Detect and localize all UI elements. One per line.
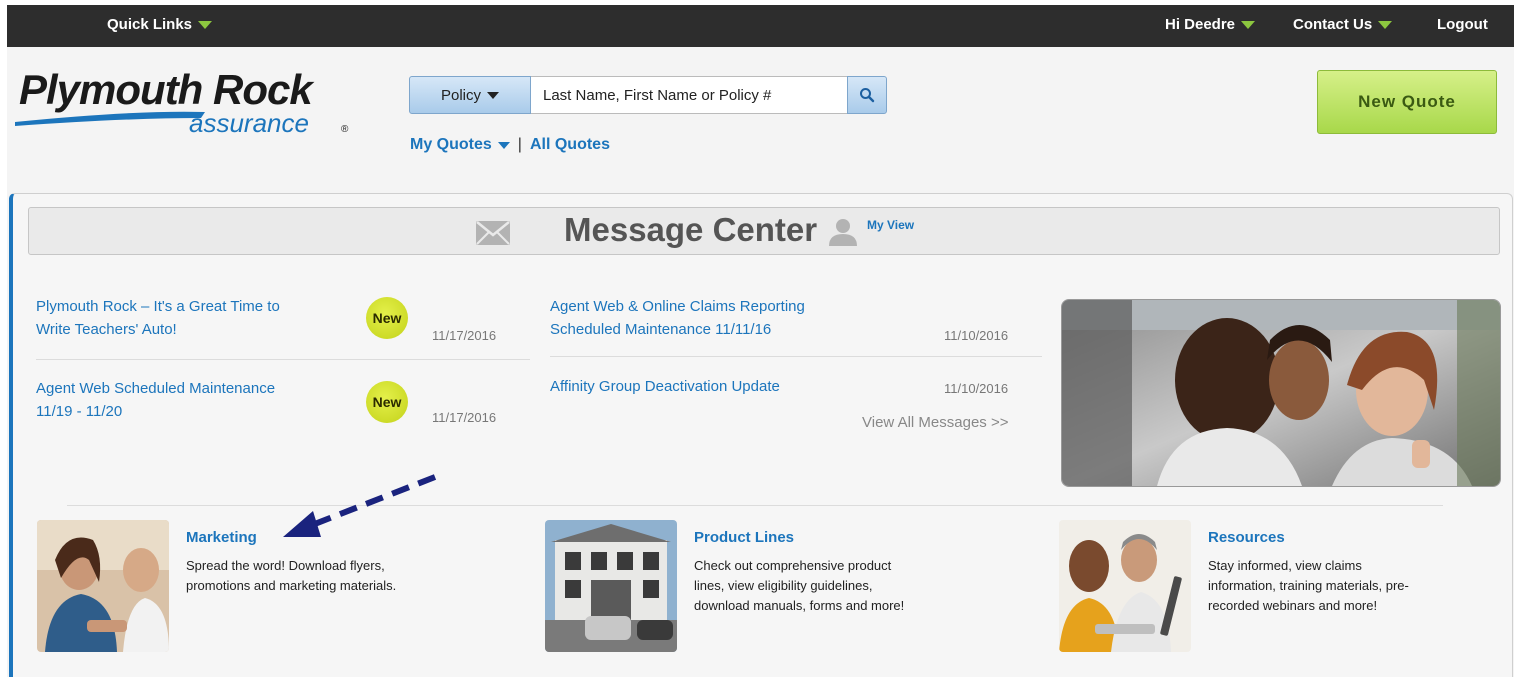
logo-wordmark: Plymouth Rock xyxy=(19,66,315,113)
agents-in-car-photo xyxy=(1061,299,1501,487)
resources-link[interactable]: Resources xyxy=(1208,529,1285,546)
top-nav-bar: Quick Links Hi Deedre Contact Us Logout xyxy=(7,5,1514,47)
logout-link[interactable]: Logout xyxy=(1437,16,1488,33)
chevron-down-icon xyxy=(198,20,213,29)
chevron-down-icon xyxy=(497,141,510,149)
view-all-messages-link[interactable]: View All Messages >> xyxy=(862,414,1008,431)
message-title-line: Affinity Group Deactivation Update xyxy=(550,378,780,395)
card-text-line: recorded webinars and more! xyxy=(1208,598,1378,613)
new-badge: New xyxy=(366,297,408,339)
my-quotes-link[interactable]: My Quotes xyxy=(410,136,510,154)
message-center-header: Message Center My View xyxy=(28,207,1500,255)
search-scope-dropdown[interactable]: Policy xyxy=(409,76,531,114)
message-title-line: Plymouth Rock – It's a Great Time to xyxy=(36,298,280,315)
my-view-link[interactable]: My View xyxy=(867,218,914,232)
resources-image[interactable] xyxy=(1059,520,1191,652)
message-title-line: Scheduled Maintenance 11/11/16 xyxy=(550,321,772,338)
caret-down-icon xyxy=(487,91,499,99)
user-greeting: Hi Deedre xyxy=(1165,16,1236,33)
all-quotes-link[interactable]: All Quotes xyxy=(530,136,610,154)
new-badge: New xyxy=(366,381,408,423)
logo-registered-mark: ® xyxy=(341,124,349,135)
message-divider xyxy=(36,359,530,360)
section-divider xyxy=(67,505,1443,506)
logo-subword: assurance xyxy=(189,108,309,138)
message-date: 11/10/2016 xyxy=(944,328,1009,343)
product-lines-description: Check out comprehensive product lines, v… xyxy=(694,556,1014,616)
message-link[interactable]: Agent Web Scheduled Maintenance 11/19 - … xyxy=(36,377,356,423)
message-title-line: Agent Web Scheduled Maintenance xyxy=(36,380,276,397)
dashed-arrow-annotation xyxy=(283,474,437,537)
search-scope-label: Policy xyxy=(440,86,481,104)
contact-us-label: Contact Us xyxy=(1293,16,1373,33)
product-lines-link[interactable]: Product Lines xyxy=(694,529,794,546)
link-separator: | xyxy=(517,136,522,153)
message-title-line: Agent Web & Online Claims Reporting xyxy=(550,298,805,315)
policy-search: Policy xyxy=(409,76,887,114)
product-lines-image[interactable] xyxy=(545,520,677,652)
new-quote-button[interactable]: New Quote xyxy=(1317,70,1497,134)
quotes-links: My Quotes | All Quotes xyxy=(410,136,610,154)
card-text-line: download manuals, forms and more! xyxy=(694,598,905,613)
message-link[interactable]: Plymouth Rock – It's a Great Time to Wri… xyxy=(36,295,356,341)
marketing-link[interactable]: Marketing xyxy=(186,529,257,546)
message-title-line: Write Teachers' Auto! xyxy=(36,321,177,338)
card-text-line: Spread the word! Download flyers, xyxy=(186,558,385,573)
resources-description: Stay informed, view claims information, … xyxy=(1208,556,1508,616)
marketing-image[interactable] xyxy=(37,520,169,652)
message-title-line: 11/19 - 11/20 xyxy=(36,403,123,420)
card-text-line: Check out comprehensive product xyxy=(694,558,892,573)
message-divider xyxy=(550,356,1042,357)
logout-label: Logout xyxy=(1437,16,1488,33)
search-icon xyxy=(860,88,875,103)
contact-us-menu[interactable]: Contact Us xyxy=(1293,16,1393,33)
card-text-line: promotions and marketing materials. xyxy=(186,578,397,593)
chevron-down-icon xyxy=(1378,20,1393,29)
page: Quick Links Hi Deedre Contact Us Logout … xyxy=(7,5,1514,677)
user-menu[interactable]: Hi Deedre xyxy=(1165,16,1256,33)
logo-swoosh xyxy=(15,111,205,126)
quick-links-menu[interactable]: Quick Links xyxy=(107,16,213,33)
message-date: 11/10/2016 xyxy=(944,381,1009,396)
message-date: 11/17/2016 xyxy=(432,410,497,425)
marketing-description: Spread the word! Download flyers, promot… xyxy=(186,556,506,596)
search-input[interactable] xyxy=(531,76,847,114)
user-icon xyxy=(829,219,857,246)
my-quotes-label: My Quotes xyxy=(410,136,492,153)
chevron-down-icon xyxy=(1241,20,1256,29)
message-link[interactable]: Affinity Group Deactivation Update xyxy=(550,375,890,398)
envelope-icon xyxy=(476,221,510,245)
card-text-line: information, training materials, pre- xyxy=(1208,578,1409,593)
message-link[interactable]: Agent Web & Online Claims Reporting Sche… xyxy=(550,295,890,341)
card-text-line: lines, view eligibility guidelines, xyxy=(694,578,873,593)
card-text-line: Stay informed, view claims xyxy=(1208,558,1362,573)
plymouth-rock-logo[interactable]: Plymouth Rock assurance ® xyxy=(15,60,365,140)
message-center-title: Message Center xyxy=(564,211,818,248)
message-date: 11/17/2016 xyxy=(432,328,497,343)
search-button[interactable] xyxy=(847,76,887,114)
quick-links-label: Quick Links xyxy=(107,16,193,33)
